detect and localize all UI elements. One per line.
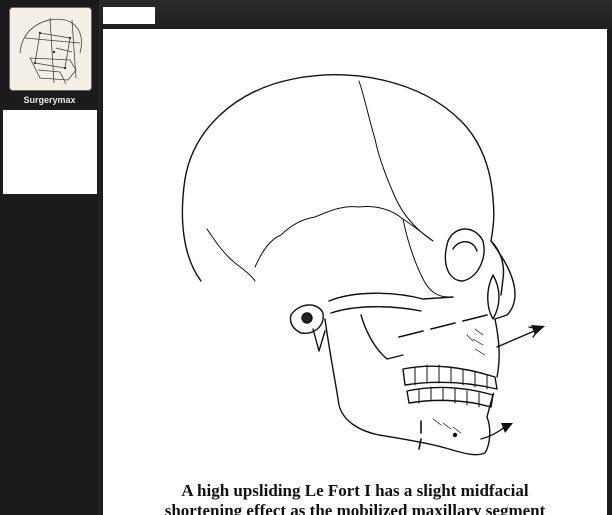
orbit bbox=[444, 228, 485, 282]
cranium-outline bbox=[181, 74, 505, 296]
figure-caption: A high upsliding Le Fort I has a slight … bbox=[103, 481, 607, 515]
mandible bbox=[324, 318, 491, 456]
thumbnail-surgerymax[interactable] bbox=[9, 7, 92, 91]
caption-line-1: A high upsliding Le Fort I has a slight … bbox=[181, 481, 529, 500]
arrow-chin bbox=[480, 426, 506, 440]
image-viewer: A high upsliding Le Fort I has a slight … bbox=[103, 29, 607, 515]
thumbnail-blank[interactable] bbox=[3, 110, 97, 194]
osteotomy-line-upper bbox=[398, 314, 488, 338]
thumbnail-sidebar: Surgerymax bbox=[0, 0, 100, 515]
skull-illustration bbox=[181, 74, 545, 456]
caption-line-2: shortening effect as the mobilized maxil… bbox=[164, 501, 546, 515]
thumbnail-label: Surgerymax bbox=[23, 95, 76, 105]
cephalometric-tracing-thumbnail bbox=[10, 8, 91, 90]
osteotomy-line-lower bbox=[418, 420, 422, 450]
arrow-forward bbox=[496, 328, 540, 348]
blank-tab[interactable] bbox=[103, 7, 155, 24]
